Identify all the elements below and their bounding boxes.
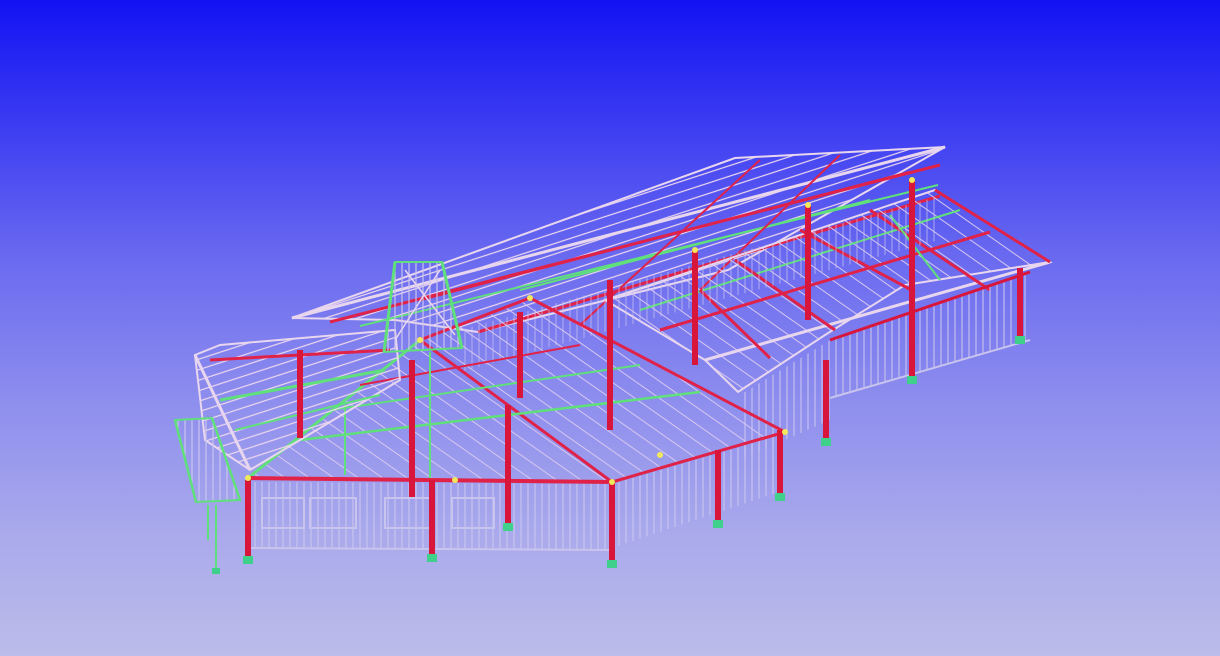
base-plate <box>212 568 220 574</box>
base-plate <box>427 554 437 562</box>
base-plate <box>907 376 917 384</box>
joint <box>417 337 423 343</box>
base-plate <box>503 523 513 531</box>
joint <box>657 452 663 458</box>
base-plate <box>243 556 253 564</box>
base-plate <box>607 560 617 568</box>
base-plate <box>1015 336 1025 344</box>
joint <box>909 177 915 183</box>
joint <box>245 475 251 481</box>
joint <box>782 429 788 435</box>
building-wireframe-model[interactable] <box>0 0 1220 656</box>
joint <box>609 479 615 485</box>
joint <box>527 295 533 301</box>
base-plate <box>775 493 785 501</box>
base-plate <box>821 438 831 446</box>
joint <box>692 247 698 253</box>
joint <box>805 202 811 208</box>
base-plate <box>713 520 723 528</box>
3d-viewport[interactable] <box>0 0 1220 656</box>
joint <box>452 477 458 483</box>
